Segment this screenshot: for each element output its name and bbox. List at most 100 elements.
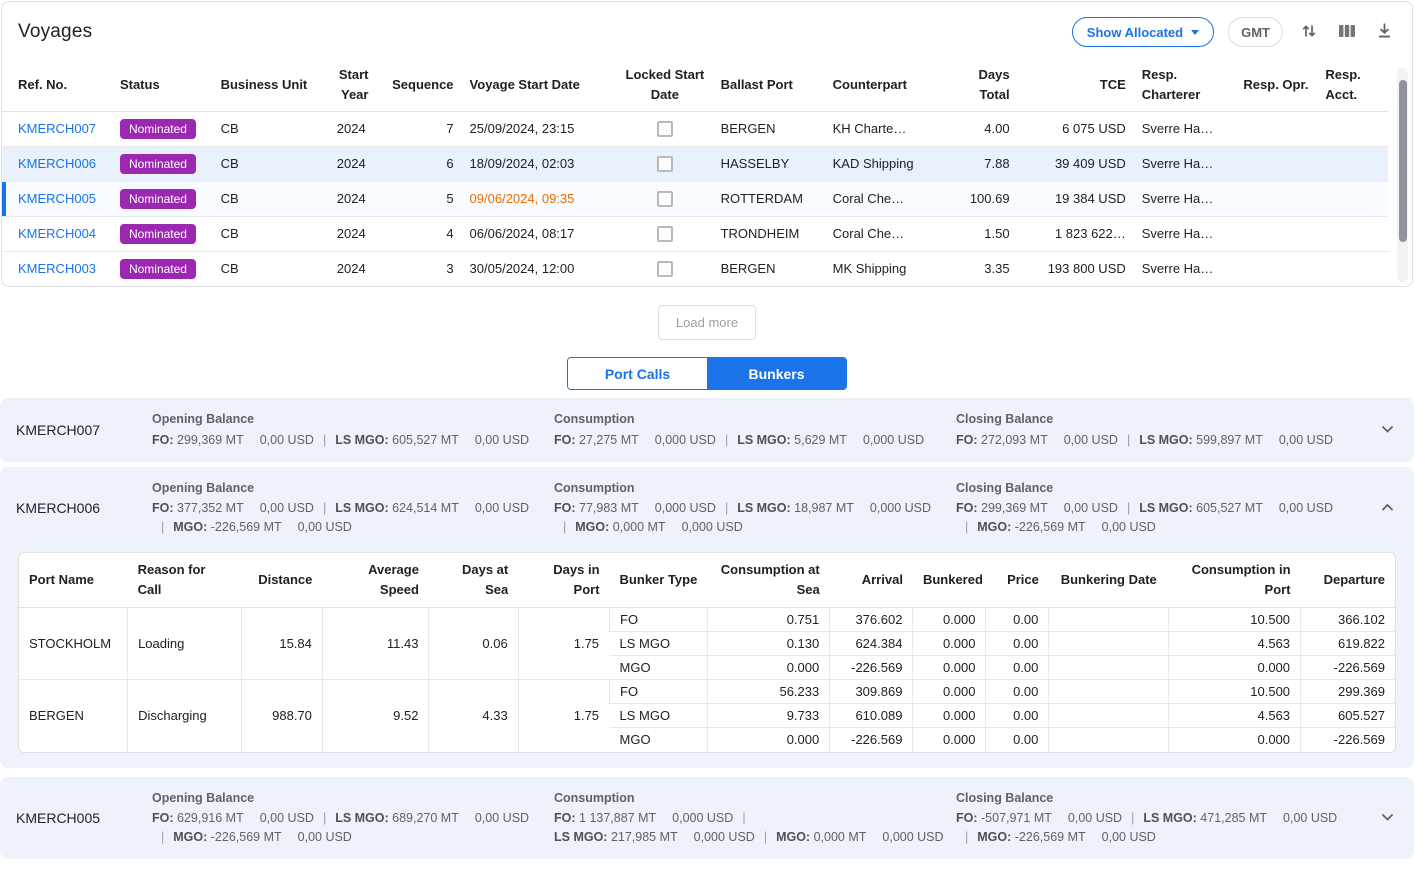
sort-arrows-icon [1299, 21, 1319, 44]
cell-avg-speed: 9.52 [322, 680, 429, 752]
cell-ballast-port: BERGEN [713, 111, 825, 146]
locked-start-date-checkbox[interactable] [657, 121, 673, 137]
panel-ref: KMERCH006 [16, 500, 144, 516]
bunker-panel-expanded: KMERCH006 Opening Balance FO: 377,352 MT… [0, 467, 1414, 768]
cell-departure: 619.822 [1301, 632, 1395, 656]
col-days-total: Days Total [951, 59, 1017, 111]
cell-business-unit: CB [213, 146, 329, 181]
balance-title: Closing Balance [956, 789, 1350, 808]
cell-resp-acct [1317, 216, 1388, 251]
col-status: Status [112, 59, 213, 111]
cell-ballast-port: ROTTERDAM [713, 181, 825, 216]
cell-counterpart: KH Charte… [825, 111, 952, 146]
collapse-chevron-button[interactable] [1377, 496, 1398, 519]
cell-start-year: 2024 [329, 146, 377, 181]
cell-bunkering-date [1049, 728, 1169, 752]
voyage-ref-link[interactable]: KMERCH007 [18, 121, 96, 136]
cell-resp-charterer: Sverre Ha… [1134, 216, 1236, 251]
locked-start-date-checkbox[interactable] [657, 226, 673, 242]
cell-departure: -226.569 [1301, 728, 1395, 752]
separator: | [161, 518, 164, 537]
fuel-row: STOCKHOLM Loading 15.84 11.43 0.06 1.75 … [19, 608, 1395, 632]
separator: | [725, 431, 728, 450]
voyage-row[interactable]: KMERCH003 Nominated CB 2024 3 30/05/2024… [2, 251, 1388, 286]
cell-counterpart: MK Shipping [825, 251, 952, 286]
cell-resp-opr [1235, 181, 1317, 216]
voyage-ref-link[interactable]: KMERCH004 [18, 226, 96, 241]
voyage-ref-link[interactable]: KMERCH006 [18, 156, 96, 171]
bunker-panel-header[interactable]: KMERCH005 Opening Balance FO: 629,916 MT… [16, 787, 1398, 849]
col-cons-sea: Consumption at Sea [708, 553, 830, 608]
tab-bunkers[interactable]: Bunkers [707, 358, 846, 389]
col-price: Price [986, 553, 1049, 608]
cell-counterpart: Coral Che… [825, 181, 952, 216]
fuel-row: BERGEN Discharging 988.70 9.52 4.33 1.75… [19, 680, 1395, 704]
voyage-row[interactable]: KMERCH006 Nominated CB 2024 6 18/09/2024… [2, 146, 1388, 181]
tab-group: Port Calls Bunkers [567, 357, 847, 390]
cell-arrival: 624.384 [830, 632, 913, 656]
cell-bunker-type: MGO [610, 656, 708, 680]
balance-title: Opening Balance [152, 789, 546, 808]
scrollbar-thumb[interactable] [1399, 80, 1407, 242]
tab-port-calls[interactable]: Port Calls [568, 358, 707, 389]
cell-business-unit: CB [213, 111, 329, 146]
cell-sequence: 6 [376, 146, 461, 181]
download-button[interactable] [1373, 19, 1396, 45]
balance-item: FO: 299,369 MT0,00 USD [152, 431, 314, 450]
sort-button[interactable] [1297, 19, 1321, 46]
port-table-header-row: Port Name Reason for Call Distance Avera… [19, 553, 1395, 608]
cell-cons-sea: 0.130 [708, 632, 830, 656]
locked-start-date-checkbox[interactable] [657, 191, 673, 207]
bunker-panel-header[interactable]: KMERCH006 Opening Balance FO: 377,352 MT… [16, 477, 1398, 539]
bunker-panel-header[interactable]: KMERCH007 Opening Balance FO: 299,369 MT… [16, 408, 1398, 452]
cell-business-unit: CB [213, 251, 329, 286]
balance-item: LS MGO: 605,527 MT0,00 USD [1139, 499, 1333, 518]
cell-cons-sea: 0.751 [708, 608, 830, 632]
voyage-row[interactable]: KMERCH004 Nominated CB 2024 4 06/06/2024… [2, 216, 1388, 251]
cell-cons-sea: 0.000 [708, 656, 830, 680]
balance-item: MGO: -226,569 MT0,00 USD [977, 828, 1156, 847]
cell-start-date-warning: 09/06/2024, 09:35 [462, 181, 618, 216]
expand-chevron-button[interactable] [1377, 418, 1398, 441]
vertical-scrollbar[interactable] [1397, 68, 1408, 282]
voyage-ref-link[interactable]: KMERCH005 [18, 191, 96, 206]
cell-days-in-port: 1.75 [518, 680, 609, 752]
separator: | [563, 518, 566, 537]
col-business-unit: Business Unit [213, 59, 329, 111]
cell-bunkering-date [1049, 656, 1169, 680]
cell-arrival: 309.869 [830, 680, 913, 704]
col-departure: Departure [1301, 553, 1395, 608]
cell-bunker-type: LS MGO [610, 632, 708, 656]
cell-bunkered: 0.000 [913, 656, 986, 680]
opening-balance: Opening Balance FO: 377,352 MT0,00 USD |… [152, 477, 546, 539]
cell-days-total: 7.88 [951, 146, 1017, 181]
separator: | [742, 809, 745, 828]
port-bunker-table-container: Port Name Reason for Call Distance Avera… [18, 552, 1396, 753]
locked-start-date-checkbox[interactable] [657, 261, 673, 277]
columns-button[interactable] [1335, 20, 1359, 45]
voyage-row-selected[interactable]: KMERCH005 Nominated CB 2024 5 09/06/2024… [2, 181, 1388, 216]
header-controls: Show Allocated GMT [1072, 17, 1396, 47]
locked-start-date-checkbox[interactable] [657, 156, 673, 172]
status-badge: Nominated [120, 119, 196, 139]
separator: | [1127, 431, 1130, 450]
cell-start-date: 06/06/2024, 08:17 [462, 216, 618, 251]
col-start-date: Voyage Start Date [462, 59, 618, 111]
separator: | [965, 518, 968, 537]
voyage-ref-link[interactable]: KMERCH003 [18, 261, 96, 276]
cell-start-year: 2024 [329, 216, 377, 251]
expand-chevron-button[interactable] [1377, 806, 1398, 829]
load-more-button[interactable]: Load more [658, 305, 756, 340]
chevron-down-icon [1381, 422, 1394, 437]
timezone-button[interactable]: GMT [1228, 17, 1283, 47]
cell-days-at-sea: 4.33 [429, 680, 518, 752]
cell-resp-acct [1317, 146, 1388, 181]
voyage-row[interactable]: KMERCH007 Nominated CB 2024 7 25/09/2024… [2, 111, 1388, 146]
cell-ballast-port: TRONDHEIM [713, 216, 825, 251]
cell-tce: 1 823 622… [1018, 216, 1134, 251]
panel-ref: KMERCH007 [16, 422, 144, 438]
cell-arrival: -226.569 [830, 656, 913, 680]
balance-title: Opening Balance [152, 410, 546, 429]
col-sequence: Sequence [376, 59, 461, 111]
show-allocated-dropdown[interactable]: Show Allocated [1072, 17, 1214, 47]
